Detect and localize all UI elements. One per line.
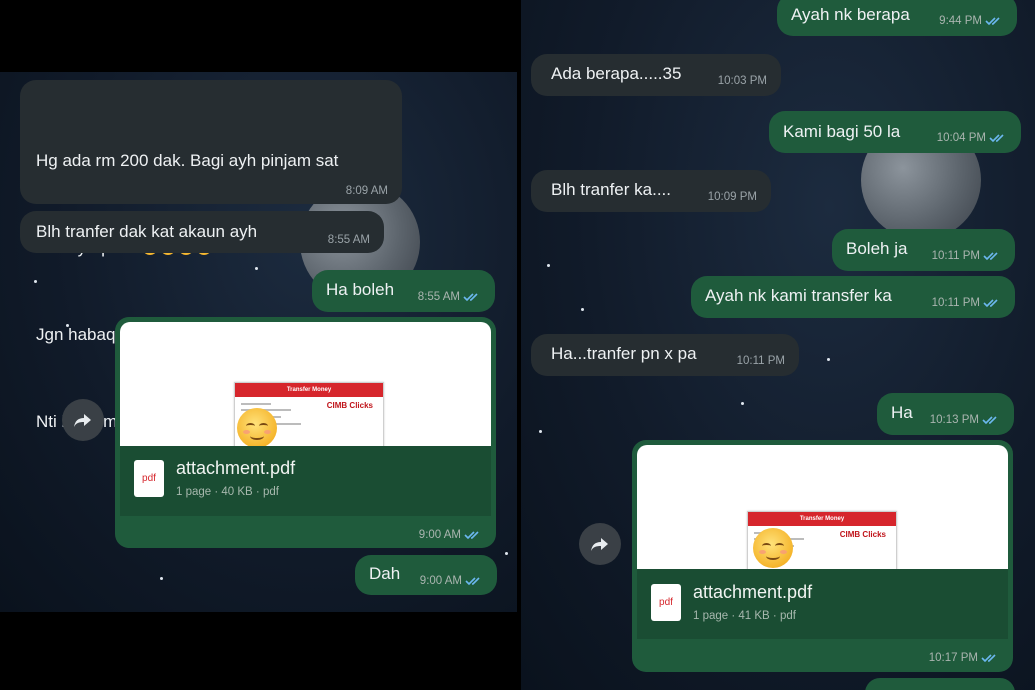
message-text: Dah — [369, 564, 401, 583]
message-text: Blh tranfer dak kat akaun ayh — [36, 222, 258, 241]
message-time: 8:55 AM — [417, 291, 460, 303]
document-header-text: Transfer Money — [748, 512, 896, 526]
message-time: 10:11 PM — [931, 250, 980, 262]
message-text: Ha...tranfer pn x pa — [551, 344, 697, 363]
double-check-icon — [983, 252, 998, 261]
message-time: 9:00 AM — [419, 575, 462, 587]
share-icon — [591, 538, 608, 551]
star — [827, 358, 830, 361]
attachment-file-row[interactable]: pdf attachment.pdf 1 page · 41 KB · pdf — [637, 569, 1008, 639]
message-bubble-outgoing[interactable]: Kami bagi 50 la 10:04 PM — [769, 111, 1021, 153]
attachment-message[interactable]: Transfer Money CIMB Clicks @meyzashf pdf… — [632, 440, 1013, 672]
message-time: 9:44 PM — [939, 15, 982, 27]
double-check-icon — [983, 299, 998, 308]
message-bubble-outgoing[interactable]: Dah 9:00 AM — [355, 555, 497, 595]
document-logo-text: CIMB Clicks — [839, 530, 886, 539]
star — [505, 552, 508, 555]
message-text: Ha — [891, 403, 913, 422]
double-check-icon — [982, 416, 997, 425]
message-bubble-outgoing-partial[interactable] — [865, 678, 1015, 690]
message-time: 10:11 PM — [931, 297, 980, 309]
document-header-text: Transfer Money — [235, 383, 383, 397]
share-button[interactable] — [62, 399, 104, 441]
message-bubble-outgoing[interactable]: Ha 10:13 PM — [877, 393, 1014, 435]
attachment-filename: attachment.pdf — [693, 582, 813, 602]
message-text-line: Hg ada rm 200 dak. Bagi ayh pinjam sat — [36, 151, 339, 170]
message-text: Ayah nk kami transfer ka — [705, 286, 892, 305]
message-bubble-outgoing[interactable]: Ayah nk berapa 9:44 PM — [777, 0, 1017, 36]
attachment-message[interactable]: Transfer Money CIMB Clicks pdf attachmen… — [115, 317, 496, 548]
right-screenshot-panel: Ayah nk berapa 9:44 PM Ada berapa.....35… — [521, 0, 1035, 690]
message-time: 9:00 AM — [418, 529, 461, 541]
star — [160, 577, 163, 580]
message-time: 10:11 PM — [736, 355, 785, 367]
message-bubble-incoming[interactable]: Ha...tranfer pn x pa 10:11 PM — [531, 334, 799, 376]
message-bubble-incoming[interactable]: Blh tranfer dak kat akaun ayh 8:55 AM — [20, 211, 384, 253]
message-bubble-outgoing[interactable]: Boleh ja 10:11 PM — [832, 229, 1015, 271]
attachment-meta: 1 page · 40 KB · pdf — [176, 486, 279, 498]
message-time: 8:55 AM — [327, 234, 370, 246]
share-button[interactable] — [579, 523, 621, 565]
smiling-face-sticker-icon — [237, 408, 277, 446]
pdf-file-icon: pdf — [134, 460, 164, 497]
message-text: Boleh ja — [846, 239, 908, 258]
attachment-filename: attachment.pdf — [176, 458, 296, 478]
double-check-icon — [464, 531, 479, 540]
double-check-icon — [985, 17, 1000, 26]
message-time: 10:09 PM — [707, 191, 757, 203]
attachment-meta: 1 page · 41 KB · pdf — [693, 610, 796, 622]
message-time: 8:09 AM — [345, 185, 388, 197]
pdf-preview-thumbnail[interactable]: Transfer Money CIMB Clicks — [120, 322, 491, 446]
message-bubble-outgoing[interactable]: Ha boleh 8:55 AM — [312, 270, 495, 312]
star — [581, 308, 584, 311]
message-bubble-incoming[interactable]: Blh tranfer ka.... 10:09 PM — [531, 170, 771, 212]
watermark-text: @meyzashf — [907, 517, 998, 536]
attachment-file-row[interactable]: pdf attachment.pdf 1 page · 40 KB · pdf — [120, 446, 491, 516]
double-check-icon — [463, 293, 478, 302]
message-text: Ha boleh — [326, 280, 395, 299]
share-icon — [74, 414, 91, 427]
message-text: Ayah nk berapa — [791, 5, 910, 24]
pdf-file-icon: pdf — [651, 584, 681, 621]
pdf-preview-thumbnail[interactable]: Transfer Money CIMB Clicks @meyzashf — [637, 445, 1008, 569]
star — [547, 264, 550, 267]
message-bubble-incoming[interactable]: Hg ada rm 200 dak. Bagi ayh pinjam sat n… — [20, 80, 402, 431]
left-screenshot-panel: Hg ada rm 200 dak. Bagi ayh pinjam sat n… — [0, 0, 517, 690]
double-check-icon — [465, 577, 480, 586]
star — [741, 402, 744, 405]
smiling-face-sticker-icon — [753, 528, 793, 568]
message-time: 10:13 PM — [929, 414, 979, 426]
document-logo-text: CIMB Clicks — [326, 401, 373, 410]
message-time: 10:03 PM — [717, 75, 767, 87]
message-text: Kami bagi 50 la — [783, 122, 901, 141]
message-bubble-incoming[interactable]: Ada berapa.....35 10:03 PM — [531, 54, 781, 96]
message-text: Ada berapa.....35 — [551, 64, 682, 83]
message-time: 10:17 PM — [928, 652, 978, 664]
double-check-icon — [981, 654, 996, 663]
message-time: 10:04 PM — [936, 132, 986, 144]
double-check-icon — [989, 134, 1004, 143]
star — [539, 430, 542, 433]
message-text: Blh tranfer ka.... — [551, 180, 671, 199]
message-bubble-outgoing[interactable]: Ayah nk kami transfer ka 10:11 PM — [691, 276, 1015, 318]
